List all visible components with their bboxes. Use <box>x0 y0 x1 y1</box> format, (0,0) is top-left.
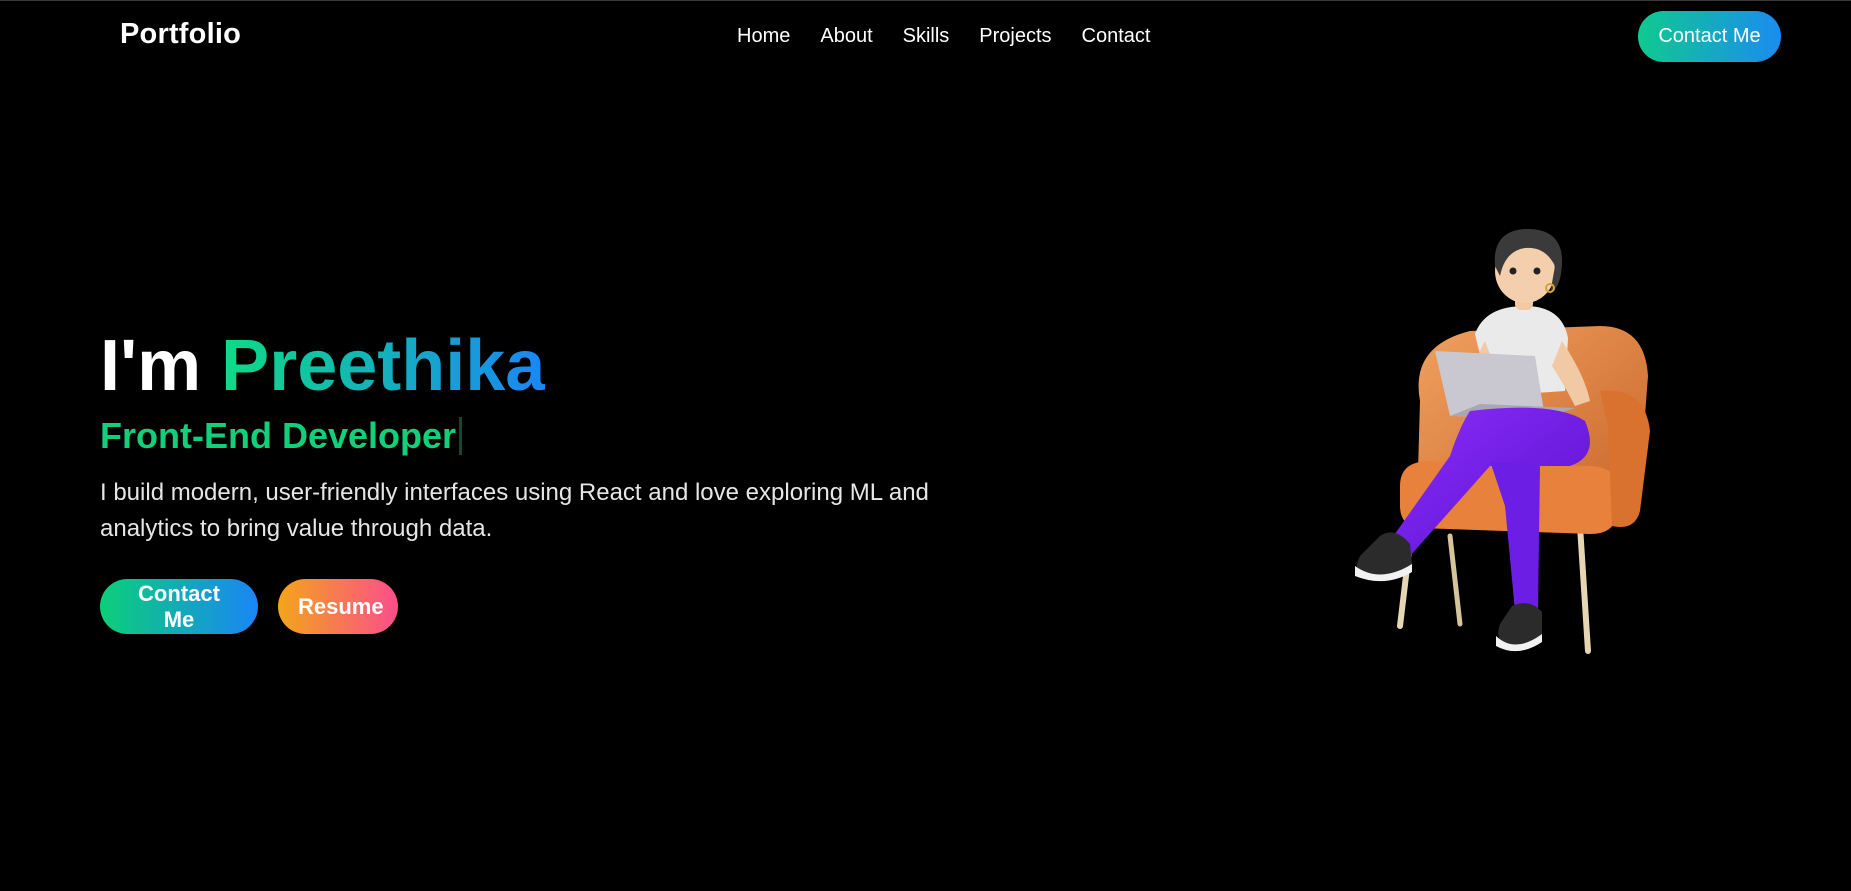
typing-caret <box>459 417 463 455</box>
contact-me-button[interactable]: Contact Me <box>100 579 258 634</box>
hero-role-text: Front-End Developer <box>100 415 457 456</box>
header-contact-button[interactable]: Contact Me <box>1638 11 1781 62</box>
logo[interactable]: Portfolio <box>120 18 241 51</box>
nav-link-skills[interactable]: Skills <box>903 25 950 48</box>
nav-link-projects[interactable]: Projects <box>979 25 1051 48</box>
hero-name: Preethika <box>221 326 546 406</box>
developer-avatar-illustration <box>1300 226 1700 701</box>
hero-role: Front-End Developer <box>100 411 1000 461</box>
hero-description: I build modern, user-friendly interfaces… <box>100 479 929 542</box>
navbar: Portfolio Home About Skills Projects Con… <box>0 1 1851 75</box>
nav-link-contact[interactable]: Contact <box>1082 25 1151 48</box>
nav-link-about[interactable]: About <box>820 25 872 48</box>
hero-section: I'm Preethika Front-End Developer I buil… <box>100 321 1000 634</box>
resume-button[interactable]: Resume <box>278 579 398 634</box>
nav-link-home[interactable]: Home <box>737 25 790 48</box>
hero-title: I'm Preethika <box>100 321 1000 411</box>
nav-links: Home About Skills Projects Contact <box>737 25 1150 48</box>
hero-greeting: I'm <box>100 326 202 406</box>
page: Portfolio Home About Skills Projects Con… <box>0 0 1851 891</box>
hero-buttons: Contact Me Resume <box>100 579 1000 634</box>
